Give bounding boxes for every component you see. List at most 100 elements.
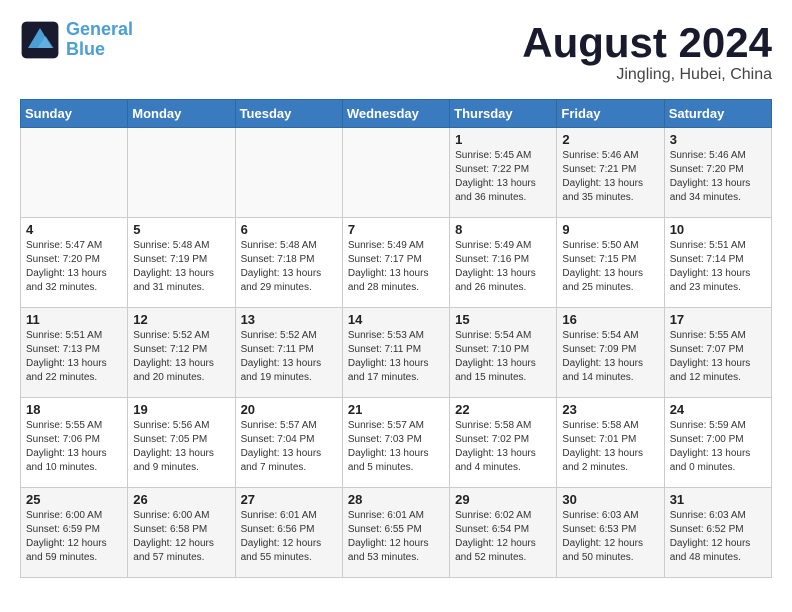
- calendar-cell: 1 Sunrise: 5:45 AM Sunset: 7:22 PM Daylig…: [450, 128, 557, 218]
- day-number: 16: [562, 312, 658, 327]
- day-number: 11: [26, 312, 122, 327]
- calendar-cell: 23Sunrise: 5:58 AM Sunset: 7:01 PM Dayli…: [557, 398, 664, 488]
- calendar-cell: 24 Sunrise: 5:59 AM Sunset: 7:00 PM Dayli…: [664, 398, 771, 488]
- location-subtitle: Jingling, Hubei, China: [522, 66, 772, 84]
- day-info: Sunrise: 5:55 AM Sunset: 7:06 PM Dayligh…: [26, 419, 122, 475]
- calendar-cell: 17Sunrise: 5:55 AM Sunset: 7:07 PM Dayli…: [664, 308, 771, 398]
- day-number: 25: [26, 492, 122, 507]
- day-info: Sunrise: 5:57 AM Sunset: 7:03 PM Dayligh…: [348, 419, 444, 475]
- day-number: 12: [133, 312, 229, 327]
- page-header: General Blue August 2024 Jingling, Hubei…: [20, 20, 772, 84]
- calendar-cell: 2Sunrise: 5:46 AM Sunset: 7:21 PM Daylig…: [557, 128, 664, 218]
- calendar-cell: 18Sunrise: 5:55 AM Sunset: 7:06 PM Dayli…: [21, 398, 128, 488]
- calendar-cell: [21, 128, 128, 218]
- day-number: 26: [133, 492, 229, 507]
- day-number: 13: [241, 312, 337, 327]
- day-number: 1: [455, 132, 551, 147]
- day-info: Sunrise: 5:58 AM Sunset: 7:02 PM Dayligh…: [455, 419, 551, 475]
- calendar-cell: 29Sunrise: 6:02 AM Sunset: 6:54 PM Dayli…: [450, 488, 557, 578]
- calendar-cell: 27 Sunrise: 6:01 AM Sunset: 6:56 PM Dayli…: [235, 488, 342, 578]
- logo-line1: General: [66, 19, 133, 39]
- day-number: 15: [455, 312, 551, 327]
- day-number: 9: [562, 222, 658, 237]
- calendar-cell: 25 Sunrise: 6:00 AM Sunset: 6:59 PM Dayli…: [21, 488, 128, 578]
- calendar-cell: 20Sunrise: 5:57 AM Sunset: 7:04 PM Dayli…: [235, 398, 342, 488]
- calendar-week-3: 11 Sunrise: 5:51 AM Sunset: 7:13 PM Dayli…: [21, 308, 772, 398]
- day-info: Sunrise: 6:00 AM Sunset: 6:58 PM Dayligh…: [133, 509, 229, 565]
- day-info: Sunrise: 6:03 AM Sunset: 6:52 PM Dayligh…: [670, 509, 766, 565]
- day-number: 5: [133, 222, 229, 237]
- calendar-cell: 19 Sunrise: 5:56 AM Sunset: 7:05 PM Dayli…: [128, 398, 235, 488]
- calendar-cell: 5 Sunrise: 5:48 AM Sunset: 7:19 PM Daylig…: [128, 218, 235, 308]
- day-info: Sunrise: 5:48 AM Sunset: 7:18 PM Dayligh…: [241, 239, 337, 295]
- day-info: Sunrise: 5:55 AM Sunset: 7:07 PM Dayligh…: [670, 329, 766, 385]
- calendar-header-row: SundayMondayTuesdayWednesdayThursdayFrid…: [21, 100, 772, 128]
- calendar-cell: 7 Sunrise: 5:49 AM Sunset: 7:17 PM Daylig…: [342, 218, 449, 308]
- day-number: 21: [348, 402, 444, 417]
- logo: General Blue: [20, 20, 133, 60]
- day-info: Sunrise: 5:49 AM Sunset: 7:16 PM Dayligh…: [455, 239, 551, 295]
- month-title: August 2024: [522, 20, 772, 66]
- calendar-cell: 8 Sunrise: 5:49 AM Sunset: 7:16 PM Daylig…: [450, 218, 557, 308]
- calendar-week-2: 4 Sunrise: 5:47 AM Sunset: 7:20 PM Daylig…: [21, 218, 772, 308]
- day-number: 22: [455, 402, 551, 417]
- calendar-cell: 6 Sunrise: 5:48 AM Sunset: 7:18 PM Daylig…: [235, 218, 342, 308]
- calendar-cell: 31 Sunrise: 6:03 AM Sunset: 6:52 PM Dayli…: [664, 488, 771, 578]
- day-number: 19: [133, 402, 229, 417]
- day-info: Sunrise: 5:59 AM Sunset: 7:00 PM Dayligh…: [670, 419, 766, 475]
- day-number: 30: [562, 492, 658, 507]
- calendar-header-friday: Friday: [557, 100, 664, 128]
- day-info: Sunrise: 6:03 AM Sunset: 6:53 PM Dayligh…: [562, 509, 658, 565]
- calendar-cell: [128, 128, 235, 218]
- day-info: Sunrise: 6:00 AM Sunset: 6:59 PM Dayligh…: [26, 509, 122, 565]
- day-info: Sunrise: 5:47 AM Sunset: 7:20 PM Dayligh…: [26, 239, 122, 295]
- calendar-header-monday: Monday: [128, 100, 235, 128]
- calendar-cell: 10Sunrise: 5:51 AM Sunset: 7:14 PM Dayli…: [664, 218, 771, 308]
- day-number: 24: [670, 402, 766, 417]
- calendar-cell: 12 Sunrise: 5:52 AM Sunset: 7:12 PM Dayli…: [128, 308, 235, 398]
- calendar-cell: 13Sunrise: 5:52 AM Sunset: 7:11 PM Dayli…: [235, 308, 342, 398]
- calendar-cell: 22 Sunrise: 5:58 AM Sunset: 7:02 PM Dayli…: [450, 398, 557, 488]
- day-number: 7: [348, 222, 444, 237]
- day-number: 31: [670, 492, 766, 507]
- day-info: Sunrise: 5:46 AM Sunset: 7:20 PM Dayligh…: [670, 149, 766, 205]
- day-info: Sunrise: 5:50 AM Sunset: 7:15 PM Dayligh…: [562, 239, 658, 295]
- day-info: Sunrise: 5:58 AM Sunset: 7:01 PM Dayligh…: [562, 419, 658, 475]
- title-area: August 2024 Jingling, Hubei, China: [522, 20, 772, 84]
- calendar-week-5: 25 Sunrise: 6:00 AM Sunset: 6:59 PM Dayli…: [21, 488, 772, 578]
- calendar-cell: 4 Sunrise: 5:47 AM Sunset: 7:20 PM Daylig…: [21, 218, 128, 308]
- day-number: 8: [455, 222, 551, 237]
- calendar-cell: 28Sunrise: 6:01 AM Sunset: 6:55 PM Dayli…: [342, 488, 449, 578]
- day-info: Sunrise: 6:01 AM Sunset: 6:55 PM Dayligh…: [348, 509, 444, 565]
- logo-icon: [20, 20, 60, 60]
- day-info: Sunrise: 5:51 AM Sunset: 7:13 PM Dayligh…: [26, 329, 122, 385]
- day-info: Sunrise: 5:56 AM Sunset: 7:05 PM Dayligh…: [133, 419, 229, 475]
- day-number: 27: [241, 492, 337, 507]
- calendar-header-sunday: Sunday: [21, 100, 128, 128]
- logo-text: General Blue: [66, 20, 133, 60]
- day-info: Sunrise: 5:52 AM Sunset: 7:12 PM Dayligh…: [133, 329, 229, 385]
- day-info: Sunrise: 5:45 AM Sunset: 7:22 PM Dayligh…: [455, 149, 551, 205]
- calendar-cell: [342, 128, 449, 218]
- calendar-cell: 3Sunrise: 5:46 AM Sunset: 7:20 PM Daylig…: [664, 128, 771, 218]
- calendar-table: SundayMondayTuesdayWednesdayThursdayFrid…: [20, 99, 772, 578]
- day-info: Sunrise: 5:48 AM Sunset: 7:19 PM Dayligh…: [133, 239, 229, 295]
- calendar-cell: 9 Sunrise: 5:50 AM Sunset: 7:15 PM Daylig…: [557, 218, 664, 308]
- day-info: Sunrise: 5:54 AM Sunset: 7:10 PM Dayligh…: [455, 329, 551, 385]
- day-info: Sunrise: 5:51 AM Sunset: 7:14 PM Dayligh…: [670, 239, 766, 295]
- day-info: Sunrise: 5:49 AM Sunset: 7:17 PM Dayligh…: [348, 239, 444, 295]
- day-info: Sunrise: 5:54 AM Sunset: 7:09 PM Dayligh…: [562, 329, 658, 385]
- day-number: 4: [26, 222, 122, 237]
- day-number: 29: [455, 492, 551, 507]
- day-info: Sunrise: 6:01 AM Sunset: 6:56 PM Dayligh…: [241, 509, 337, 565]
- calendar-cell: 26 Sunrise: 6:00 AM Sunset: 6:58 PM Dayli…: [128, 488, 235, 578]
- calendar-cell: 11 Sunrise: 5:51 AM Sunset: 7:13 PM Dayli…: [21, 308, 128, 398]
- calendar-header-saturday: Saturday: [664, 100, 771, 128]
- day-info: Sunrise: 5:57 AM Sunset: 7:04 PM Dayligh…: [241, 419, 337, 475]
- calendar-week-1: 1 Sunrise: 5:45 AM Sunset: 7:22 PM Daylig…: [21, 128, 772, 218]
- day-number: 6: [241, 222, 337, 237]
- day-number: 14: [348, 312, 444, 327]
- day-number: 2: [562, 132, 658, 147]
- calendar-cell: 16 Sunrise: 5:54 AM Sunset: 7:09 PM Dayli…: [557, 308, 664, 398]
- calendar-header-wednesday: Wednesday: [342, 100, 449, 128]
